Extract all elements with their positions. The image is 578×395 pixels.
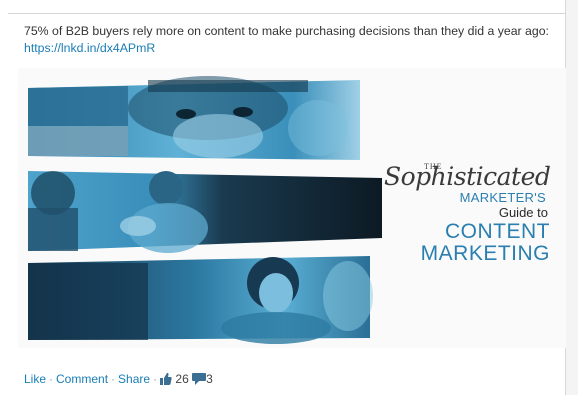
like-count: 26 (175, 372, 189, 386)
separator: · (153, 372, 158, 386)
separator: · (49, 372, 54, 386)
photo-strip-3 (28, 256, 373, 344)
title-guide-to: Guide to (498, 205, 548, 220)
title-marketing: MARKETING (420, 242, 550, 265)
comment-link[interactable]: Comment (56, 372, 108, 386)
title-sophisticated: Sophisticated (384, 162, 551, 191)
post-card: 75% of B2B buyers rely more on content t… (0, 0, 566, 395)
thumbs-up-icon[interactable] (160, 372, 172, 388)
guide-title: THE Sophisticated MARKETER'S Guide to CO… (384, 162, 554, 265)
like-link[interactable]: Like (24, 372, 46, 386)
photo-strip-1 (28, 76, 360, 160)
comment-count: 3 (206, 372, 213, 386)
post-text: 75% of B2B buyers rely more on content t… (24, 23, 569, 57)
post-actions: Like · Comment · Share · 26 3 (24, 372, 544, 388)
speech-bubble-icon[interactable] (192, 373, 207, 388)
separator: · (111, 372, 116, 386)
title-marketers: MARKETER'S (459, 190, 546, 205)
title-the: THE (424, 162, 443, 171)
post-body: 75% of B2B buyers rely more on content t… (24, 24, 549, 38)
share-link[interactable]: Share (118, 372, 150, 386)
shared-image[interactable]: THE Sophisticated MARKETER'S Guide to CO… (18, 68, 566, 348)
top-divider (8, 0, 566, 14)
post-link[interactable]: https://lnkd.in/dx4APmR (24, 41, 155, 55)
title-content: CONTENT (445, 220, 550, 243)
